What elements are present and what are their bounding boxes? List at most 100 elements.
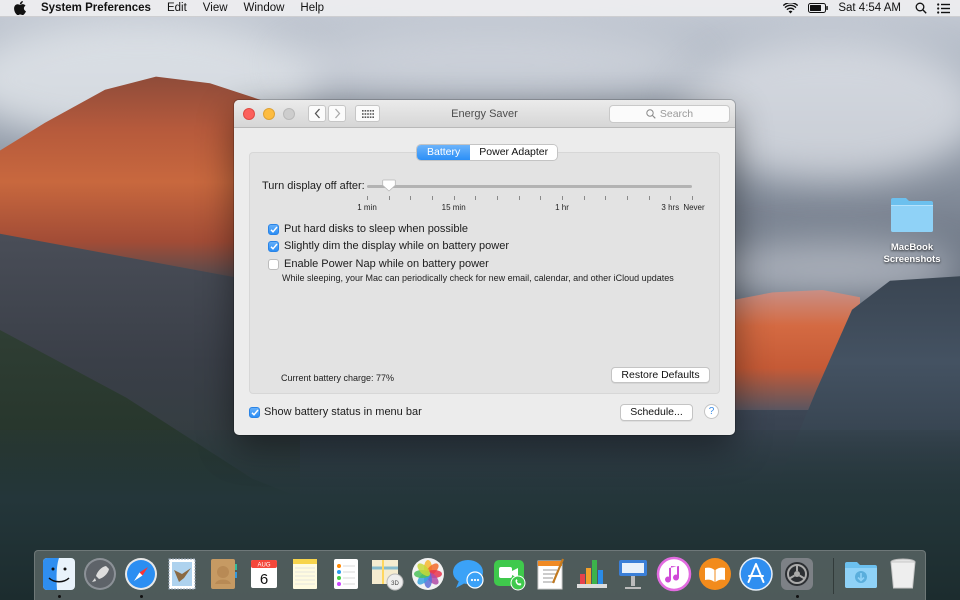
dock-running-indicator xyxy=(796,595,799,598)
checkbox-dim-display[interactable] xyxy=(268,240,279,252)
forward-button[interactable] xyxy=(328,105,346,122)
calendar-day: 6 xyxy=(260,571,268,588)
slider-tick-label: 1 min xyxy=(357,203,377,212)
dock-facetime[interactable] xyxy=(492,556,528,592)
close-button[interactable] xyxy=(243,107,255,120)
itunes-icon xyxy=(656,556,692,592)
search-field[interactable]: Search xyxy=(609,105,730,123)
slider-tick xyxy=(583,196,585,200)
menu-clock[interactable]: Sat 4:54 AM xyxy=(838,2,901,14)
option-dim-display[interactable]: Slightly dim the display while on batter… xyxy=(268,240,509,252)
schedule-button[interactable]: Schedule... xyxy=(620,404,693,421)
menu-window[interactable]: Window xyxy=(244,2,285,14)
battery-icon[interactable] xyxy=(808,3,829,13)
tab-power-adapter[interactable]: Power Adapter xyxy=(470,145,558,160)
menu-edit[interactable]: Edit xyxy=(167,2,187,14)
option-label: Put hard disks to sleep when possible xyxy=(284,223,469,235)
back-button[interactable] xyxy=(308,105,326,122)
dock-maps[interactable]: 3D xyxy=(369,556,405,592)
launchpad-icon xyxy=(84,558,116,590)
dock-messages[interactable] xyxy=(451,556,487,592)
chevron-right-icon xyxy=(334,108,340,119)
facetime-icon xyxy=(494,560,526,591)
restore-defaults-button[interactable]: Restore Defaults xyxy=(611,367,710,383)
search-icon xyxy=(646,109,656,119)
apple-menu-icon[interactable] xyxy=(14,1,28,15)
dock-numbers[interactable] xyxy=(574,556,610,592)
minimize-button[interactable] xyxy=(263,107,275,120)
slider-tick xyxy=(670,196,672,200)
trash-icon xyxy=(890,558,916,589)
dock-photos[interactable] xyxy=(410,556,446,592)
menu-help[interactable]: Help xyxy=(300,2,324,14)
dock-reminders[interactable] xyxy=(328,556,364,592)
dock-ibooks[interactable] xyxy=(697,556,733,592)
option-hard-disk-sleep[interactable]: Put hard disks to sleep when possible xyxy=(268,223,468,235)
option-label: Enable Power Nap while on battery power xyxy=(284,258,489,270)
desktop-folder-macbook-screenshots[interactable]: MacBook Screenshots xyxy=(878,196,946,266)
slider-tick-label: 3 hrs xyxy=(661,203,680,212)
grid-icon xyxy=(361,109,374,118)
menu-app-name[interactable]: System Preferences xyxy=(41,2,151,14)
checkbox-power-nap[interactable] xyxy=(268,258,279,270)
dock-running-indicator xyxy=(58,595,61,598)
option-show-battery-status[interactable]: Show battery status in menu bar xyxy=(249,406,422,418)
help-button[interactable]: ? xyxy=(704,404,719,419)
dock-pages[interactable] xyxy=(533,556,569,592)
dock-itunes[interactable] xyxy=(656,556,692,592)
dock-system-preferences[interactable] xyxy=(779,556,815,592)
option-label: Slightly dim the display while on batter… xyxy=(284,240,510,252)
tab-battery[interactable]: Battery xyxy=(417,145,471,160)
slider-tick xyxy=(648,196,650,200)
slider-tick xyxy=(497,196,498,200)
dock-finder[interactable] xyxy=(41,556,77,592)
maps-icon: 3D xyxy=(372,560,404,591)
checkbox-hard-disk-sleep[interactable] xyxy=(268,223,279,235)
slider-tick-label: 1 hr xyxy=(555,203,569,212)
dock-safari[interactable] xyxy=(123,556,159,592)
slider-tick-label: 15 min xyxy=(441,203,466,212)
slider-tick-label: Never xyxy=(683,203,705,212)
dock-contacts[interactable] xyxy=(205,556,241,592)
tab-bar: Battery Power Adapter xyxy=(417,145,558,160)
dock-notes[interactable] xyxy=(287,556,323,592)
dock-calendar[interactable]: AUG 6 xyxy=(246,556,282,592)
photos-icon xyxy=(412,558,444,590)
dock-launchpad[interactable] xyxy=(82,556,118,592)
wifi-icon[interactable] xyxy=(783,2,799,14)
slider-tick xyxy=(692,196,693,200)
ibooks-icon xyxy=(699,558,731,590)
display-off-slider-thumb[interactable] xyxy=(381,179,396,192)
zoom-button[interactable] xyxy=(283,107,295,120)
checkmark-icon xyxy=(269,243,278,250)
power-nap-description: While sleeping, your Mac can periodicall… xyxy=(282,273,674,283)
display-off-slider-track[interactable] xyxy=(367,185,692,188)
battery-charge-status: Current battery charge: 77% xyxy=(281,373,395,383)
slider-tick xyxy=(453,196,455,200)
messages-icon xyxy=(453,560,484,589)
spotlight-icon[interactable] xyxy=(915,2,927,14)
menu-view[interactable]: View xyxy=(203,2,228,14)
checkbox-show-battery-status[interactable] xyxy=(249,406,260,418)
dock-downloads[interactable] xyxy=(843,556,879,592)
notification-center-icon[interactable] xyxy=(937,2,950,14)
dock-separator xyxy=(833,558,834,594)
dock-mail[interactable] xyxy=(164,556,200,592)
folder-label-line1: MacBook xyxy=(890,242,934,253)
show-all-button[interactable] xyxy=(355,105,380,122)
window-titlebar[interactable]: Energy Saver Search xyxy=(234,100,735,128)
finder-icon xyxy=(43,558,75,590)
settings-panel: Turn display off after: 1 min 15 min 1 hr 3… xyxy=(249,152,720,394)
slider-tick xyxy=(605,196,607,200)
energy-saver-window: Energy Saver Search Battery Power Adapte… xyxy=(234,100,735,435)
notes-icon xyxy=(293,559,317,589)
pages-icon xyxy=(537,558,565,590)
mail-icon xyxy=(168,558,196,590)
option-power-nap[interactable]: Enable Power Nap while on battery power xyxy=(268,258,489,270)
chevron-left-icon xyxy=(314,108,320,119)
slider-tick xyxy=(540,196,542,200)
dock-app-store[interactable] xyxy=(738,556,774,592)
slider-tick xyxy=(367,196,368,200)
dock-keynote[interactable] xyxy=(615,556,651,592)
dock-trash[interactable] xyxy=(885,556,921,592)
